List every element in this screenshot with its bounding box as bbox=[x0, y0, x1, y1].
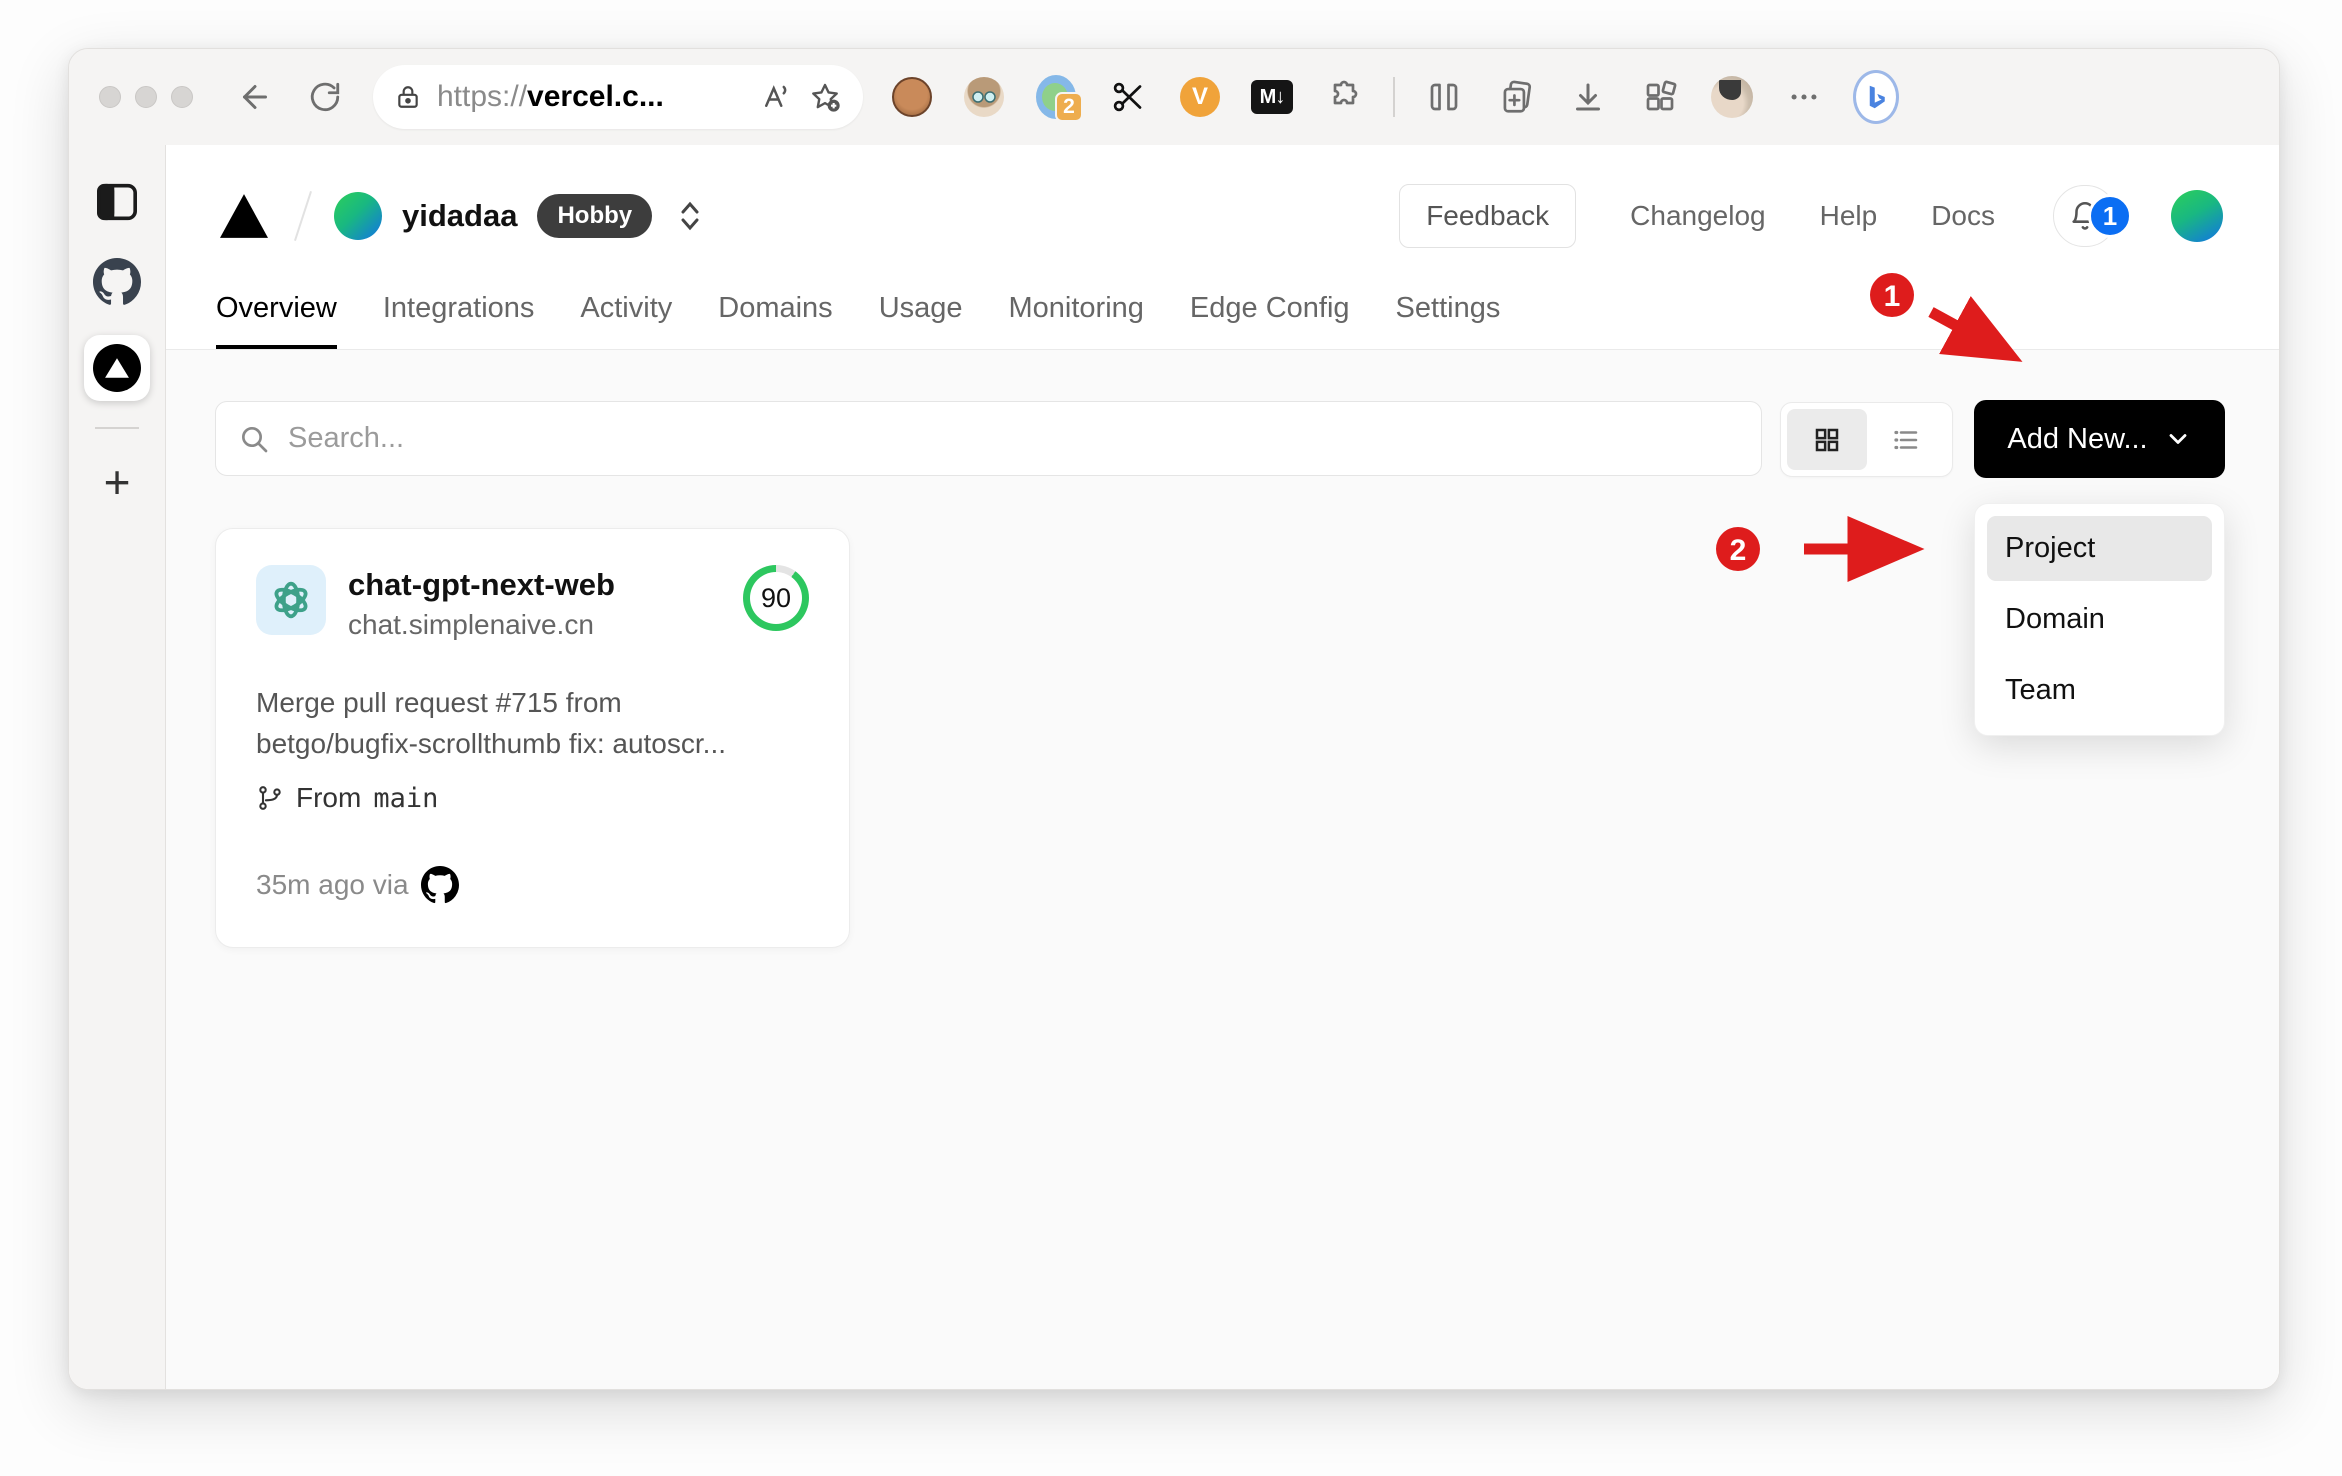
team-avatar[interactable] bbox=[334, 192, 382, 240]
new-tab-plus-icon[interactable]: + bbox=[90, 455, 144, 509]
tab-integrations[interactable]: Integrations bbox=[383, 292, 535, 349]
user-avatar[interactable] bbox=[2171, 190, 2223, 242]
tab-settings[interactable]: Settings bbox=[1396, 292, 1501, 349]
back-icon[interactable] bbox=[233, 75, 277, 119]
tab-monitoring[interactable]: Monitoring bbox=[1009, 292, 1144, 349]
feedback-button[interactable]: Feedback bbox=[1399, 184, 1577, 248]
tab-activity[interactable]: Activity bbox=[580, 292, 672, 349]
browser-toolbar: https://vercel.c... 2 V M↓ bbox=[69, 49, 2279, 145]
dashboard-tabs: Overview Integrations Activity Domains U… bbox=[216, 292, 1500, 349]
branch-row: From main bbox=[256, 782, 809, 814]
dropdown-item-project[interactable]: Project bbox=[1987, 516, 2212, 581]
plan-badge: Hobby bbox=[537, 194, 653, 238]
bing-chat-icon[interactable] bbox=[1853, 70, 1899, 124]
notification-count-badge: 1 bbox=[2088, 194, 2132, 238]
team-switcher-icon[interactable] bbox=[678, 201, 702, 231]
lock-icon bbox=[393, 75, 423, 119]
sidebar-item-github-icon[interactable] bbox=[90, 255, 144, 309]
url-text[interactable]: https://vercel.c... bbox=[437, 80, 743, 114]
sidebar-panel-toggle-icon[interactable] bbox=[90, 175, 144, 229]
breadcrumb-slash bbox=[294, 190, 312, 242]
vercel-logo-icon[interactable] bbox=[216, 188, 272, 244]
tab-usage[interactable]: Usage bbox=[879, 292, 963, 349]
profile-avatar[interactable] bbox=[1709, 74, 1755, 120]
score-value: 90 bbox=[750, 572, 802, 624]
toolbar-divider bbox=[1393, 77, 1395, 117]
sidebar-divider bbox=[95, 427, 139, 429]
apps-icon[interactable] bbox=[1637, 74, 1683, 120]
persona-extension-icon[interactable] bbox=[961, 74, 1007, 120]
add-new-dropdown: Project Domain Team bbox=[1974, 503, 2225, 736]
changelog-link[interactable]: Changelog bbox=[1630, 200, 1765, 232]
search-icon bbox=[242, 426, 268, 452]
traffic-lights[interactable] bbox=[99, 86, 193, 108]
minimize-window-button[interactable] bbox=[135, 86, 157, 108]
close-window-button[interactable] bbox=[99, 86, 121, 108]
more-menu-icon[interactable] bbox=[1781, 74, 1827, 120]
split-screen-icon[interactable] bbox=[1421, 74, 1467, 120]
add-new-button[interactable]: Add New... bbox=[1974, 400, 2225, 478]
sidebar-item-vercel-active[interactable] bbox=[84, 335, 150, 401]
downloads-icon[interactable] bbox=[1565, 74, 1611, 120]
read-aloud-icon[interactable] bbox=[757, 75, 793, 119]
edge-sidebar: + bbox=[69, 145, 166, 1389]
list-view-button[interactable] bbox=[1867, 409, 1947, 470]
docs-link[interactable]: Docs bbox=[1931, 200, 1995, 232]
openai-project-icon bbox=[256, 565, 326, 635]
scissors-extension-icon[interactable] bbox=[1105, 74, 1151, 120]
deploy-meta: 35m ago via bbox=[256, 866, 809, 904]
vercel-dashboard: yidadaa Hobby Feedback Changelog Help Do… bbox=[166, 145, 2279, 1389]
team-name[interactable]: yidadaa bbox=[402, 198, 517, 234]
dropdown-item-team[interactable]: Team bbox=[1987, 658, 2212, 723]
vc-extension-icon[interactable]: V bbox=[1177, 74, 1223, 120]
tab-domains[interactable]: Domains bbox=[718, 292, 832, 349]
search-input[interactable] bbox=[288, 422, 1739, 455]
grid-view-icon bbox=[1815, 428, 1838, 451]
refresh-icon[interactable] bbox=[303, 75, 347, 119]
tampermonkey-extension-icon[interactable] bbox=[889, 74, 935, 120]
project-name[interactable]: chat-gpt-next-web bbox=[348, 565, 615, 605]
markdown-download-extension-icon[interactable]: M↓ bbox=[1249, 74, 1295, 120]
zoom-window-button[interactable] bbox=[171, 86, 193, 108]
tab-overview[interactable]: Overview bbox=[216, 292, 337, 349]
git-branch-icon bbox=[259, 786, 281, 811]
notifications-button[interactable]: 1 bbox=[2053, 185, 2132, 247]
help-link[interactable]: Help bbox=[1820, 200, 1878, 232]
view-toggle bbox=[1780, 402, 1953, 477]
grid-view-button[interactable] bbox=[1787, 409, 1867, 470]
site-header: yidadaa Hobby Feedback Changelog Help Do… bbox=[166, 145, 2279, 350]
translator-extension-icon[interactable]: 2 bbox=[1033, 74, 1083, 122]
commit-message[interactable]: Merge pull request #715 from betgo/bugfi… bbox=[256, 683, 809, 764]
project-domain[interactable]: chat.simplenaive.cn bbox=[348, 609, 615, 641]
extensions-puzzle-icon[interactable] bbox=[1321, 74, 1367, 120]
collections-add-icon[interactable] bbox=[1493, 74, 1539, 120]
branch-name: main bbox=[373, 782, 439, 814]
search-box[interactable] bbox=[215, 401, 1762, 476]
score-ring[interactable]: 90 bbox=[743, 565, 809, 631]
project-card[interactable]: chat-gpt-next-web chat.simplenaive.cn 90… bbox=[215, 528, 850, 948]
dropdown-item-domain[interactable]: Domain bbox=[1987, 587, 2212, 652]
github-icon bbox=[420, 866, 459, 904]
translator-badge: 2 bbox=[1055, 92, 1083, 122]
list-view-icon bbox=[1894, 430, 1918, 449]
chevron-down-icon bbox=[2169, 434, 2187, 444]
address-bar[interactable]: https://vercel.c... bbox=[373, 65, 863, 129]
tab-edge-config[interactable]: Edge Config bbox=[1190, 292, 1350, 349]
dashboard-content: Add New... Project Domain Team bbox=[166, 350, 2279, 1389]
favorite-star-icon[interactable] bbox=[807, 75, 843, 119]
vercel-app-icon bbox=[93, 344, 141, 392]
browser-window: https://vercel.c... 2 V M↓ + yidadaa Hob… bbox=[68, 48, 2280, 1390]
